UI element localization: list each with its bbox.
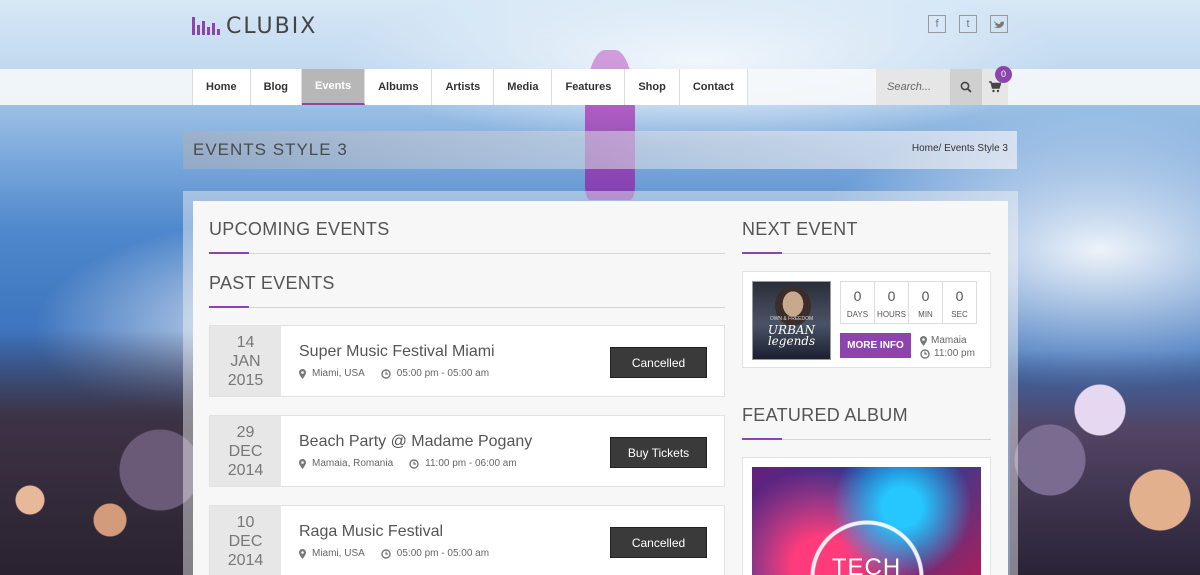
logo-text: CLUBIX [226,13,318,39]
countdown-seconds: 0 SEC [942,281,977,324]
search-icon [960,81,972,93]
breadcrumb[interactable]: Home/ Events Style 3 [912,143,1008,154]
nav-item-shop[interactable]: Shop [625,69,680,105]
clock-icon [409,458,419,469]
facebook-icon[interactable]: f [928,15,946,33]
nav-item-blog[interactable]: Blog [250,69,303,105]
event-title[interactable]: Raga Music Festival [299,523,443,541]
search-input[interactable]: Search... [876,69,950,105]
countdown-days: 0 DAYS [840,281,875,324]
event-month: DEC [228,442,263,460]
album-cover-text: TECH [831,554,902,575]
cart-count-badge: 0 [995,66,1012,83]
featured-album-cover[interactable]: TECH [752,467,981,575]
nav-item-albums[interactable]: Albums [365,69,433,105]
nav-item-artists[interactable]: Artists [432,69,495,105]
more-info-button[interactable]: MORE INFO [840,333,911,358]
event-date: 10 DEC 2014 [210,506,281,575]
clock-icon [920,348,930,359]
event-day: 10 [236,513,255,531]
next-event-divider [742,252,991,254]
featured-album-widget: TECH [742,457,991,575]
event-cancelled-button[interactable]: Cancelled [610,347,707,378]
next-event-heading: NEXT EVENT [742,219,858,239]
next-event-time: 11:00 pm [934,348,975,359]
nav-item-media[interactable]: Media [494,69,553,105]
event-meta: Miami, USA 05:00 pm - 05:00 am [299,548,489,559]
cover-title: URBAN legends [767,323,816,348]
page-title: EVENTS STYLE 3 [193,140,348,159]
event-year: 2015 [227,371,264,389]
event-time: 05:00 pm - 05:00 am [396,368,490,379]
countdown-timer: 0 DAYS 0 HOURS 0 MIN 0 SEC [840,281,977,324]
map-marker-icon [920,335,927,346]
next-event-widget: OWN & FREEDOM URBAN legends 0 DAYS 0 HOU… [742,271,991,368]
event-time: 11:00 pm - 06:00 am [425,458,517,469]
main-nav: Home Blog Events Albums Artists Media Fe… [192,69,748,105]
event-month: DEC [228,532,263,550]
equalizer-icon [192,17,220,35]
background-crowd-right [1010,350,1200,575]
site-header: CLUBIX f t [0,0,1200,69]
event-cancelled-button[interactable]: Cancelled [610,527,707,558]
event-title[interactable]: Super Music Festival Miami [299,343,495,361]
event-date: 14 JAN 2015 [210,326,281,396]
countdown-minutes: 0 MIN [908,281,943,324]
clock-icon [381,548,391,559]
countdown-hours: 0 HOURS [874,281,909,324]
event-year: 2014 [227,461,264,479]
upcoming-events-heading: UPCOMING EVENTS [209,219,390,239]
event-meta: Mamaia, Romania 11:00 pm - 06:00 am [299,458,517,469]
cart-icon [989,81,1001,93]
buy-tickets-button[interactable]: Buy Tickets [610,437,707,468]
event-date: 29 DEC 2014 [210,416,281,486]
past-divider [209,306,725,308]
event-location: Miami, USA [312,368,365,379]
main-navbar: Home Blog Events Albums Artists Media Fe… [0,66,1200,105]
event-location: Miami, USA [312,548,365,559]
map-marker-icon [299,368,306,379]
featured-album-heading: FEATURED ALBUM [742,405,908,425]
content-panel: UPCOMING EVENTS PAST EVENTS 14 JAN 2015 … [193,201,1008,575]
site-logo[interactable]: CLUBIX [192,13,318,39]
nav-item-features[interactable]: Features [552,69,626,105]
event-location: Mamaia, Romania [312,458,394,469]
page-title-bar: EVENTS STYLE 3 Home/ Events Style 3 [183,131,1017,169]
clock-icon [381,368,391,379]
map-marker-icon [299,458,306,469]
event-day: 14 [236,333,255,351]
event-time: 05:00 pm - 05:00 am [396,548,490,559]
next-event-cover[interactable]: OWN & FREEDOM URBAN legends [752,281,831,360]
event-month: JAN [230,352,261,370]
nav-item-home[interactable]: Home [193,69,251,105]
featured-album-divider [742,438,991,440]
upcoming-divider [209,252,725,254]
background-crowd-left [0,330,200,575]
cover-subtitle: OWN & FREEDOM [769,316,814,322]
next-event-meta: Mamaia 11:00 pm [920,334,975,360]
next-event-location: Mamaia [931,335,967,346]
map-marker-icon [299,548,306,559]
event-item: 14 JAN 2015 Super Music Festival Miami M… [209,325,725,397]
search-button[interactable] [950,69,982,105]
tumblr-icon[interactable]: t [959,15,977,33]
nav-item-contact[interactable]: Contact [679,69,748,105]
event-item: 10 DEC 2014 Raga Music Festival Miami, U… [209,505,725,575]
event-day: 29 [236,423,255,441]
event-meta: Miami, USA 05:00 pm - 05:00 am [299,368,489,379]
twitter-icon[interactable] [990,15,1008,33]
nav-item-events[interactable]: Events [302,69,366,105]
past-events-heading: PAST EVENTS [209,273,335,293]
event-item: 29 DEC 2014 Beach Party @ Madame Pogany … [209,415,725,487]
social-links: f t [928,15,1008,33]
event-year: 2014 [227,551,264,569]
event-title[interactable]: Beach Party @ Madame Pogany [299,433,532,451]
